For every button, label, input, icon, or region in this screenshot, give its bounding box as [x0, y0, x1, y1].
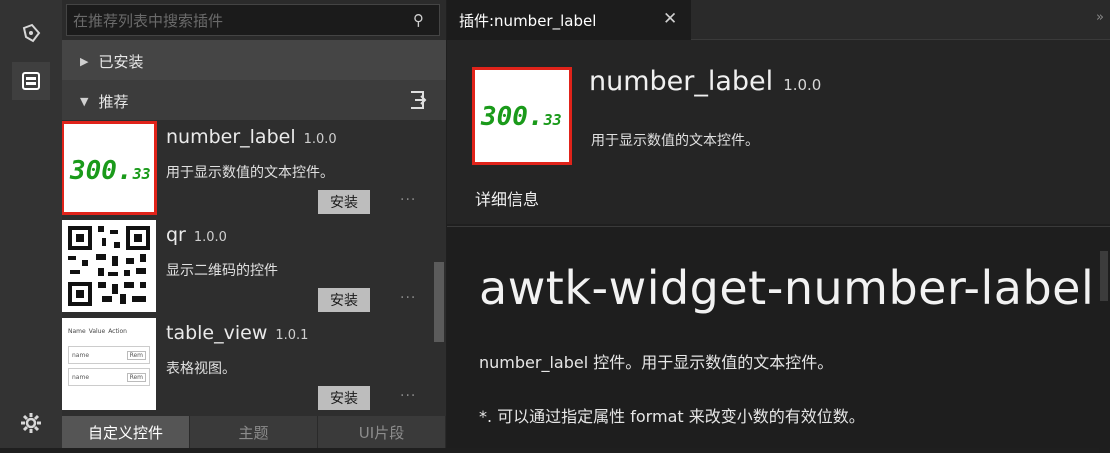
section-recommended[interactable]: ▼ 推荐: [62, 80, 446, 122]
plugin-name: qr 1.0.0: [166, 224, 227, 246]
readme-scrollbar-thumb[interactable]: [1100, 251, 1108, 301]
expand-triangle-icon: ▶: [80, 54, 89, 68]
install-button[interactable]: 安装: [318, 190, 370, 214]
plugin-version: 1.0.0: [303, 132, 337, 147]
export-icon[interactable]: [408, 89, 428, 115]
readme-title: awtk-widget-number-label: [479, 261, 1095, 315]
plugin-version: 1.0.1: [275, 328, 309, 343]
plugin-desc: 用于显示数值的文本控件。: [166, 165, 334, 181]
plugins-icon[interactable]: [12, 62, 50, 100]
details-tab[interactable]: 详细信息: [475, 186, 539, 210]
tab-title: 插件:number_label: [459, 11, 597, 30]
install-button[interactable]: 安装: [318, 288, 370, 312]
activity-bar: [0, 0, 62, 448]
search-placeholder: 在推荐列表中搜索插件: [73, 11, 224, 30]
install-button[interactable]: 安装: [318, 386, 370, 410]
list-item[interactable]: 300.33 number_label 1.0.0 用于显示数值的文本控件。 安装…: [62, 120, 432, 218]
plugin-panel: 在推荐列表中搜索插件 ⚲ ▶ 已安装 ▼ 推荐 300.33 number_la…: [62, 0, 446, 448]
number-label-thumbnail: 300.33: [62, 121, 157, 215]
tab-custom-widgets[interactable]: 自定义控件: [62, 416, 190, 448]
section-installed[interactable]: ▶ 已安装: [62, 40, 446, 82]
editor-tab-bar: 插件:number_label ✕ »: [447, 0, 1110, 40]
list-scrollbar-thumb[interactable]: [434, 262, 444, 342]
readme-paragraph: *. 可以通过指定属性 format 来改变小数的有效位数。: [479, 407, 865, 426]
collapse-triangle-icon: ▼: [80, 94, 89, 108]
plugin-list: 300.33 number_label 1.0.0 用于显示数值的文本控件。 安装…: [62, 120, 446, 416]
more-icon[interactable]: ···: [400, 388, 416, 404]
plugin-thumbnail: 300.33: [472, 67, 572, 165]
section-installed-label: 已安装: [98, 52, 144, 71]
thumb-decimals: 33: [132, 165, 151, 183]
plugin-version: 1.0.0: [193, 230, 227, 245]
tab-ui-fragments[interactable]: UI片段: [318, 416, 446, 448]
thumb-digits: 300.: [70, 156, 133, 186]
search-icon[interactable]: ⚲: [413, 11, 439, 29]
more-icon[interactable]: ···: [400, 192, 416, 208]
settings-icon[interactable]: [12, 404, 50, 442]
more-icon[interactable]: ···: [400, 290, 416, 306]
tab-plugin-number-label[interactable]: 插件:number_label ✕: [447, 0, 691, 40]
section-recommended-label: 推荐: [98, 92, 129, 111]
tab-theme[interactable]: 主题: [190, 416, 318, 448]
paint-icon[interactable]: [12, 14, 50, 52]
plugin-name: table_view 1.0.1: [166, 322, 309, 344]
plugin-title: number_label 1.0.0: [589, 66, 822, 97]
plugin-desc: 显示二维码的控件: [166, 263, 278, 279]
bottom-tabs: 自定义控件 主题 UI片段: [62, 416, 446, 448]
plugin-header: 300.33 number_label 1.0.0 用于显示数值的文本控件。 详细…: [447, 40, 1110, 224]
plugin-description: 用于显示数值的文本控件。: [591, 133, 759, 149]
readme-view: awtk-widget-number-label number_label 控件…: [447, 226, 1110, 453]
plugin-name: number_label 1.0.0: [166, 126, 337, 148]
list-item[interactable]: Name Value Action name Rem name Rem table_vi…: [62, 316, 432, 414]
table-view-thumbnail: Name Value Action name Rem name Rem: [62, 318, 156, 410]
close-icon[interactable]: ✕: [663, 9, 677, 29]
search-input[interactable]: 在推荐列表中搜索插件 ⚲: [66, 4, 440, 36]
plugin-title-version: 1.0.0: [783, 76, 822, 94]
qr-thumbnail: [62, 220, 156, 312]
list-item[interactable]: qr 1.0.0 显示二维码的控件 安装 ···: [62, 218, 432, 316]
readme-paragraph: number_label 控件。用于显示数值的文本控件。: [479, 353, 834, 372]
chevron-icon[interactable]: »: [1096, 10, 1104, 25]
plugin-desc: 表格视图。: [166, 361, 236, 377]
